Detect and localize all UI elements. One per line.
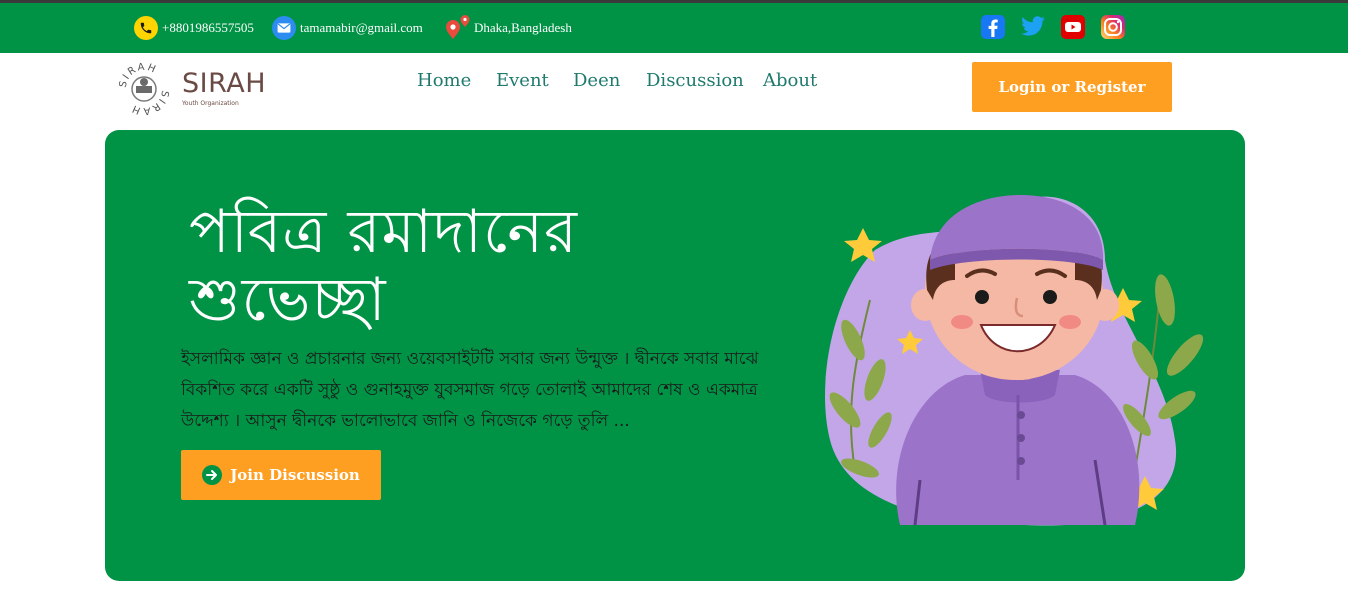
login-register-button[interactable]: Login or Register bbox=[972, 62, 1172, 112]
twitter-icon[interactable] bbox=[1019, 13, 1047, 41]
contact-bar: +8801986557505 tamamabir@gmail.com Dhaka… bbox=[0, 3, 1348, 53]
hero-title: পবিত্র রমাদানের শুভেচ্ছা bbox=[189, 198, 709, 334]
instagram-icon[interactable] bbox=[1100, 13, 1126, 41]
mail-icon bbox=[272, 16, 296, 40]
nav-about[interactable]: About bbox=[763, 70, 817, 91]
phone-contact[interactable]: +8801986557505 bbox=[134, 3, 254, 53]
email-text: tamamabir@gmail.com bbox=[300, 20, 423, 35]
join-discussion-button[interactable]: Join Discussion bbox=[181, 450, 381, 500]
phone-text: +8801986557505 bbox=[162, 20, 254, 35]
phone-icon bbox=[134, 16, 158, 40]
nav-deen[interactable]: Deen bbox=[573, 70, 620, 91]
hero-banner: পবিত্র রমাদানের শুভেচ্ছা ইসলামিক জ্ঞান ও… bbox=[105, 130, 1245, 581]
location-contact[interactable]: Dhaka,Bangladesh bbox=[444, 3, 572, 53]
main-navbar: SIRAH SIRAH SIRAH Youth Organization Hom… bbox=[0, 53, 1348, 123]
seal-emblem-icon: SIRAH SIRAH bbox=[118, 62, 170, 116]
facebook-icon[interactable] bbox=[980, 13, 1006, 41]
nav-discussion[interactable]: Discussion bbox=[646, 70, 744, 91]
nav-home[interactable]: Home bbox=[417, 70, 471, 91]
nav-event[interactable]: Event bbox=[496, 70, 549, 91]
email-contact[interactable]: tamamabir@gmail.com bbox=[272, 3, 423, 53]
location-text: Dhaka,Bangladesh bbox=[474, 20, 572, 35]
brand-name: SIRAH bbox=[182, 68, 267, 99]
join-discussion-label: Join Discussion bbox=[230, 466, 360, 484]
svg-text:SIRAH: SIRAH bbox=[118, 62, 159, 89]
brand-tagline: Youth Organization bbox=[182, 100, 239, 107]
svg-text:SIRAH: SIRAH bbox=[129, 89, 170, 116]
location-pin-icon bbox=[444, 15, 472, 41]
hero-title-line-2: শুভেচ্ছা bbox=[189, 265, 387, 335]
boy-with-cap-illustration bbox=[825, 195, 1204, 526]
arrow-right-icon bbox=[202, 465, 223, 485]
hero-description: ইসলামিক জ্ঞান ও প্রচারনার জন্য ওয়েবসাইট… bbox=[181, 349, 759, 431]
youtube-icon[interactable] bbox=[1060, 13, 1086, 41]
brand-logo[interactable]: SIRAH SIRAH SIRAH Youth Organization bbox=[116, 60, 286, 116]
hero-title-line-1: পবিত্র রমাদানের bbox=[189, 197, 579, 267]
